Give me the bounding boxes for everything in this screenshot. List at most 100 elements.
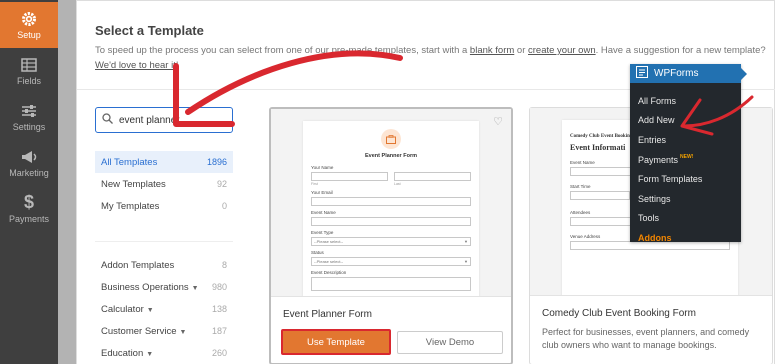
category-list: All Templates 1896 New Templates 92 My T… [95,151,233,217]
preview-select: --Please select-- ▼ [311,257,471,266]
rail-item-label: Marketing [9,167,49,178]
category-label: Calculator [101,303,144,315]
category-label: Business Operations [101,281,189,293]
wpforms-icon [636,66,648,81]
category-education[interactable]: Education ▼ 260 [95,342,233,364]
chevron-down-icon: ▼ [146,350,154,358]
wpforms-admin-menu: WPForms All Forms Add New Entries Paymen… [630,64,747,243]
template-preview: Event Planner Form Your Name First Last Y… [271,109,511,297]
sliders-icon [20,103,38,119]
category-count: 1896 [206,157,227,167]
category-calculator[interactable]: Calculator ▼ 138 [95,298,233,320]
desc-text: ! [175,60,179,71]
builder-sidebar: Setup Fields Settings Marketing $ Paymen… [0,0,58,364]
preview-field [311,277,471,291]
chevron-down-icon: ▼ [179,328,187,336]
template-title: Event Planner Form [283,309,372,320]
rail-item-label: Setup [17,29,41,40]
rail-item-label: Payments [8,213,50,224]
preview-sublabel: First [311,182,318,186]
create-your-own-link[interactable]: create your own [528,45,596,56]
search-icon [102,113,113,127]
category-count: 187 [211,326,227,336]
menu-item-form-templates[interactable]: Form Templates [630,169,741,189]
preview-field [570,191,630,200]
rail-item-label: Settings [12,121,46,132]
menu-item-add-new[interactable]: Add New [630,111,741,131]
category-label: Addon Templates [101,259,175,271]
chevron-down-icon: ▼ [464,259,468,264]
preview-select: --Please select-- ▼ [311,237,471,246]
briefcase-icon [381,129,401,149]
menu-item-addons[interactable]: Addons [630,228,741,248]
suggest-template-link[interactable]: We'd love to hear it [95,60,176,71]
chevron-down-icon: ▼ [464,239,468,244]
category-label: New Templates [101,178,166,190]
desc-text: or [514,45,529,56]
rail-item-label: Fields [16,75,41,86]
category-my-templates[interactable]: My Templates 0 [95,195,233,217]
preview-label: Event Type [311,230,334,235]
category-label: All Templates [101,156,158,168]
preview-form-title: Event Planner Form [365,153,417,159]
category-list-secondary: Addon Templates 8 Business Operations ▼ 9… [95,254,233,364]
preview-field [311,197,471,206]
category-count: 138 [211,304,227,314]
preview-label: Event Description [311,270,347,275]
gear-icon [20,11,38,27]
desc-text: To speed up the process you can select f… [95,45,470,56]
category-customer-service[interactable]: Customer Service ▼ 187 [95,320,233,342]
menu-item-payments[interactable]: Payments NEW! [630,150,741,170]
category-count: 260 [211,348,227,358]
menu-item-tools[interactable]: Tools [630,209,741,229]
preview-field [311,217,471,226]
category-business-operations[interactable]: Business Operations ▼ 980 [95,276,233,298]
template-title: Comedy Club Event Booking Form [542,308,696,319]
preview-label: Your Email [311,190,333,195]
category-count: 0 [221,201,227,211]
new-badge: NEW! [680,154,694,161]
category-count: 8 [221,260,227,270]
category-label: My Templates [101,200,160,212]
template-search[interactable] [95,107,233,133]
category-addon-templates[interactable]: Addon Templates 8 [95,254,233,276]
heart-icon[interactable]: ♡ [493,115,503,128]
template-card-event-planner[interactable]: Event Planner Form Your Name First Last Y… [269,107,513,364]
category-new-templates[interactable]: New Templates 92 [95,173,233,195]
category-all-templates[interactable]: All Templates 1896 [95,151,233,173]
category-count: 980 [211,282,227,292]
rail-item-marketing[interactable]: Marketing [0,140,58,186]
chevron-down-icon: ▼ [191,284,199,292]
chevron-down-icon: ▼ [146,306,154,314]
wpforms-menu-header[interactable]: WPForms [630,64,747,83]
rail-item-fields[interactable]: Fields [0,48,58,94]
category-count: 92 [216,179,227,189]
preview-field [394,172,471,181]
use-template-button[interactable]: Use Template [281,329,391,355]
preview-label: Status [311,250,324,255]
rail-item-settings[interactable]: Settings [0,94,58,140]
rail-item-payments[interactable]: $ Payments [0,186,58,232]
rail-item-setup[interactable]: Setup [0,2,58,48]
wpforms-menu-title: WPForms [654,68,699,79]
search-input[interactable] [119,114,219,126]
preview-sublabel: Last [394,182,401,186]
view-demo-button[interactable]: View Demo [397,331,503,354]
preview-select-text: --Please select-- [314,239,344,244]
preview-label: Event Name [311,210,336,215]
menu-item-label: Payments [638,154,679,165]
rail-divider [58,0,76,364]
form-preview-sheet: Event Planner Form Your Name First Last Y… [303,121,479,296]
menu-item-all-forms[interactable]: All Forms [630,91,741,111]
category-label: Customer Service [101,325,177,337]
category-label: Education [101,347,144,359]
blank-form-link[interactable]: blank form [470,45,514,56]
menu-item-entries[interactable]: Entries [630,130,741,150]
preview-field [311,172,388,181]
desc-text: . Have a suggestion for a new template? [595,45,766,56]
preview-select-text: --Please select-- [314,259,344,264]
megaphone-icon [20,149,38,165]
template-description: Perfect for businesses, event planners, … [542,327,750,350]
menu-item-settings[interactable]: Settings [630,189,741,209]
fields-icon [20,57,38,73]
